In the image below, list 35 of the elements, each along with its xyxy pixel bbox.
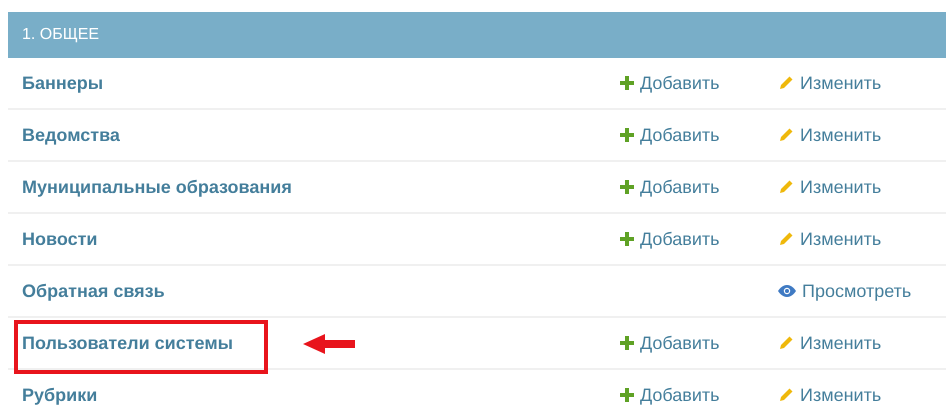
pencil-icon xyxy=(778,387,794,403)
add-link[interactable]: Добавить xyxy=(620,124,720,146)
plus-icon xyxy=(620,232,634,246)
eye-icon xyxy=(778,285,796,297)
plus-icon xyxy=(620,128,634,142)
model-link[interactable]: Муниципальные образования xyxy=(8,176,292,198)
change-link[interactable]: Изменить xyxy=(778,72,882,94)
change-link[interactable]: Изменить xyxy=(778,176,882,198)
pencil-icon xyxy=(778,127,794,143)
pencil-icon xyxy=(778,75,794,91)
add-link[interactable]: Добавить xyxy=(620,332,720,354)
plus-icon xyxy=(620,76,634,90)
plus-icon xyxy=(620,336,634,350)
section-header: 1. ОБЩЕЕ xyxy=(8,12,946,58)
pencil-icon xyxy=(778,179,794,195)
add-link[interactable]: Добавить xyxy=(620,176,720,198)
model-link[interactable]: Рубрики xyxy=(8,384,98,406)
pencil-icon xyxy=(778,231,794,247)
change-link[interactable]: Изменить xyxy=(778,228,882,250)
add-link[interactable]: Добавить xyxy=(620,384,720,406)
plus-icon xyxy=(620,388,634,402)
arrow-icon xyxy=(303,334,355,354)
change-link[interactable]: Изменить xyxy=(778,124,882,146)
view-link[interactable]: Просмотреть xyxy=(778,280,912,302)
model-link[interactable]: Баннеры xyxy=(8,72,104,94)
model-link[interactable]: Ведомства xyxy=(8,124,120,146)
model-link[interactable]: Пользователи системы xyxy=(8,332,234,354)
add-link[interactable]: Добавить xyxy=(620,72,720,94)
model-link[interactable]: Обратная связь xyxy=(8,280,165,302)
pencil-icon xyxy=(778,335,794,351)
model-link[interactable]: Новости xyxy=(8,228,98,250)
change-link[interactable]: Изменить xyxy=(778,384,882,406)
change-link[interactable]: Изменить xyxy=(778,332,882,354)
plus-icon xyxy=(620,180,634,194)
add-link[interactable]: Добавить xyxy=(620,228,720,250)
